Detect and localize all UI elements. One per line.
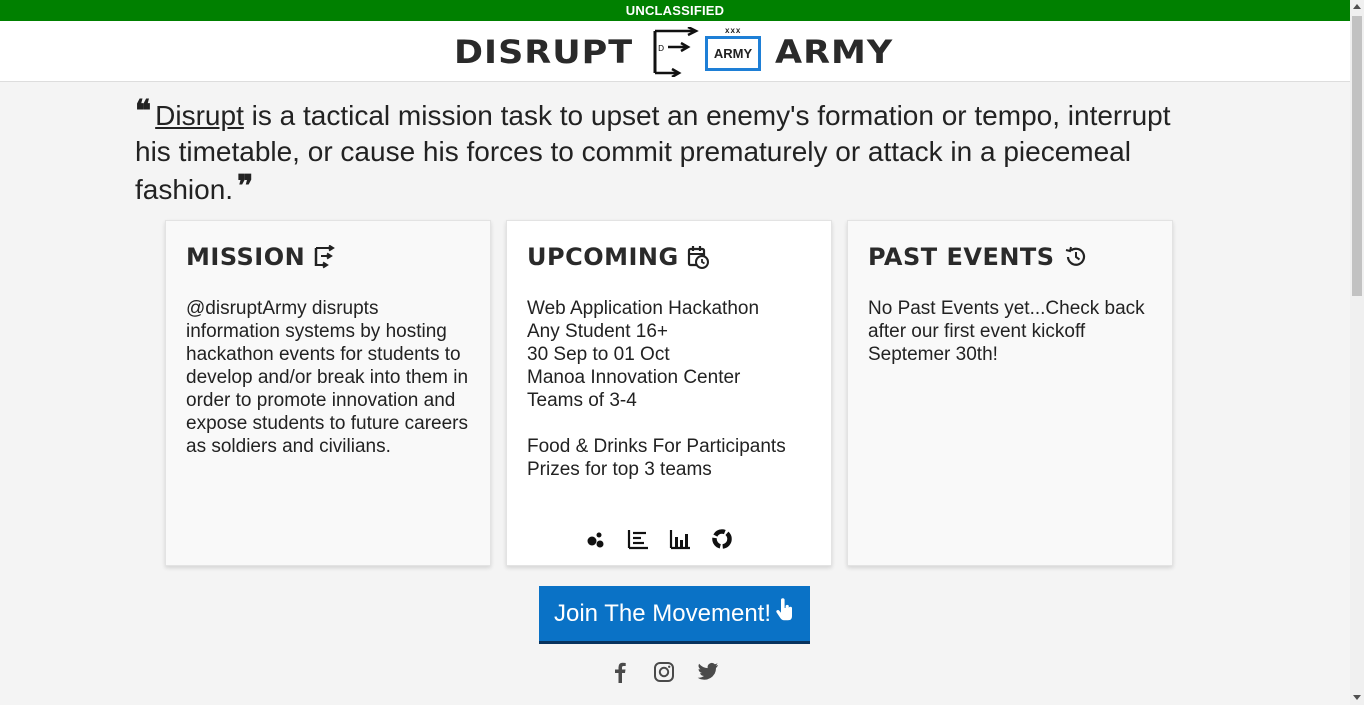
site-logo[interactable]: DISRUPT D xxx ARMY ARMY — [454, 26, 904, 77]
army-unit-box: ARMY — [705, 36, 761, 71]
disrupt-symbol-icon — [313, 245, 337, 269]
instagram-icon[interactable] — [653, 661, 675, 683]
event-spacer — [527, 412, 817, 435]
scroll-down-arrow-icon[interactable] — [1350, 690, 1364, 704]
mission-quote: ❝ Disrupt is a tactical mission task to u… — [135, 94, 1195, 208]
close-quote-icon: ❞ — [237, 169, 254, 204]
past-events-card: PAST EVENTS No Past Events yet...Check b… — [847, 220, 1173, 566]
past-events-title: PAST EVENTS — [868, 243, 1087, 271]
event-prizes: Prizes for top 3 teams — [527, 459, 712, 480]
event-location: Manoa Innovation Center — [527, 367, 741, 388]
open-quote-icon: ❝ — [135, 94, 152, 129]
upcoming-title-text: UPCOMING — [527, 243, 679, 271]
list-chart-icon[interactable] — [627, 528, 649, 550]
join-button-label: Join The Movement! — [554, 599, 771, 627]
event-food: Food & Drinks For Participants — [527, 436, 786, 457]
upcoming-details: Web Application Hackathon Any Student 16… — [527, 297, 817, 481]
mission-title-text: MISSION — [186, 243, 306, 271]
event-eligibility: Any Student 16+ — [527, 321, 669, 342]
scroll-up-arrow-icon[interactable] — [1350, 0, 1364, 14]
quote-text: is a tactical mission task to upset an e… — [135, 100, 1171, 205]
stats-icon-row — [585, 528, 733, 550]
past-events-body: No Past Events yet...Check back after ou… — [868, 298, 1145, 365]
site-header: DISRUPT D xxx ARMY ARMY — [0, 21, 1350, 82]
logo-word-army: ARMY — [775, 34, 894, 72]
past-events-title-text: PAST EVENTS — [868, 243, 1055, 271]
join-movement-button[interactable]: Join The Movement! — [539, 586, 810, 644]
pointer-hand-icon — [775, 598, 795, 629]
mission-card: MISSION @disruptArmy disrupts informatio… — [165, 220, 491, 566]
echelon-marker: xxx — [725, 26, 742, 35]
scroll-thumb[interactable] — [1352, 16, 1362, 296]
donut-chart-icon[interactable] — [711, 528, 733, 550]
social-links — [609, 660, 729, 684]
facebook-icon[interactable] — [609, 661, 631, 683]
bubble-chart-icon[interactable] — [585, 528, 607, 550]
bar-chart-icon[interactable] — [669, 528, 691, 550]
logo-word-disrupt: DISRUPT — [454, 34, 634, 72]
event-team-size: Teams of 3-4 — [527, 390, 637, 411]
history-icon — [1063, 245, 1087, 269]
page-scrollbar[interactable] — [1350, 0, 1364, 705]
mission-title: MISSION — [186, 243, 337, 271]
disrupt-symbol-icon: D — [653, 27, 699, 77]
upcoming-card: UPCOMING Web Application Hackathon Any S… — [506, 220, 832, 566]
event-dates: 30 Sep to 01 Oct — [527, 344, 670, 365]
mission-body: @disruptArmy disrupts information system… — [186, 298, 469, 457]
calendar-clock-icon — [687, 245, 709, 269]
classification-banner: UNCLASSIFIED — [0, 0, 1350, 21]
symbol-letter: D — [658, 44, 664, 53]
twitter-icon[interactable] — [697, 661, 719, 683]
upcoming-title: UPCOMING — [527, 243, 709, 271]
event-name: Web Application Hackathon — [527, 298, 760, 319]
disrupt-definition-link[interactable]: Disrupt — [155, 100, 244, 131]
